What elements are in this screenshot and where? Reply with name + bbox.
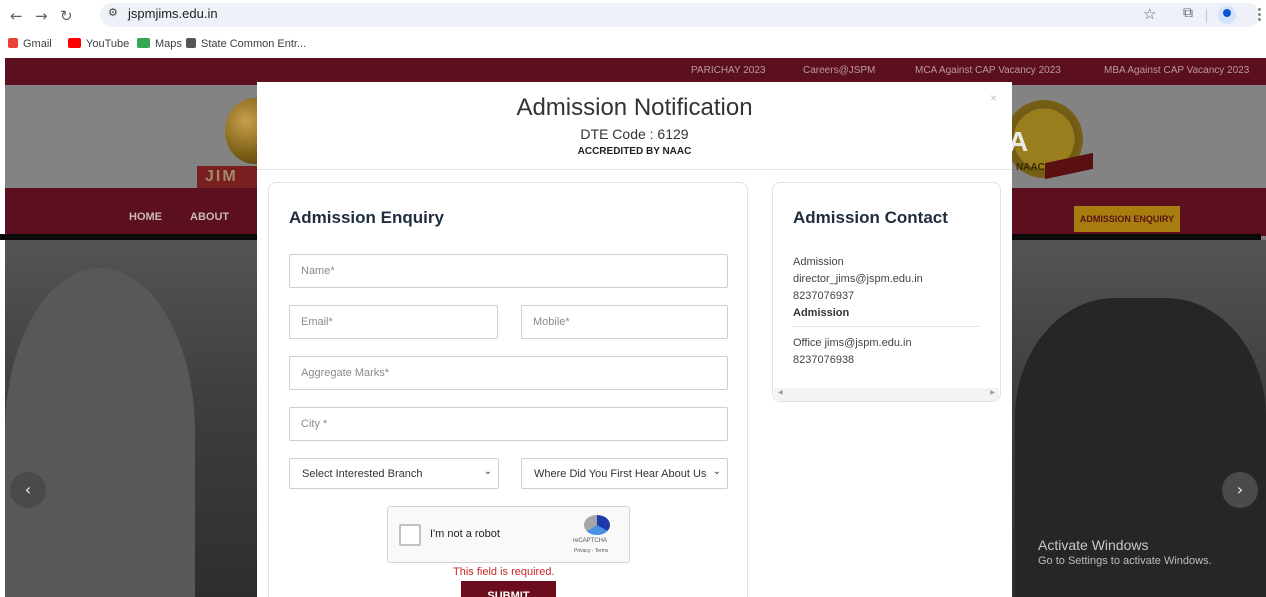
- carousel-prev-icon[interactable]: ‹: [10, 472, 46, 508]
- city-placeholder: City *: [301, 418, 328, 430]
- source-select-value: Where Did You First Hear About Us: [534, 468, 707, 480]
- toolbar-divider: [1206, 9, 1207, 23]
- top-link-careers[interactable]: Careers@JSPM: [803, 65, 875, 76]
- carousel-next-icon[interactable]: ›: [1222, 472, 1258, 508]
- browser-menu-icon[interactable]: ⋮: [1252, 5, 1266, 23]
- browser-toolbar: ← → ↻ ⚙ jspmjims.edu.in ☆ ⧉ ⋮: [0, 0, 1266, 32]
- branch-select-value: Select Interested Branch: [302, 468, 423, 480]
- bookmark-youtube[interactable]: YouTube: [68, 38, 129, 50]
- captcha-error-message: This field is required.: [453, 566, 555, 578]
- email-placeholder: Email*: [301, 316, 333, 328]
- recaptcha-brand: reCAPTCHA: [573, 538, 608, 544]
- email-field[interactable]: Email*: [289, 305, 498, 339]
- close-icon[interactable]: ×: [990, 91, 997, 105]
- url-text[interactable]: jspmjims.edu.in: [128, 6, 218, 21]
- accreditation-label: ACCREDITED BY NAAC: [577, 146, 692, 157]
- submit-button[interactable]: SUBMIT: [461, 581, 556, 597]
- dte-code: DTE Code : 6129: [580, 126, 689, 142]
- youtube-icon: [68, 38, 81, 48]
- contact-label: Admission: [793, 256, 844, 268]
- bookmark-state-cet[interactable]: State Common Entr...: [186, 38, 306, 50]
- top-link-mba-vacancy[interactable]: MBA Against CAP Vacancy 2023: [1104, 65, 1249, 76]
- maps-icon: [137, 38, 150, 48]
- extensions-icon[interactable]: ⧉: [1183, 5, 1193, 21]
- top-link-mca-vacancy[interactable]: MCA Against CAP Vacancy 2023: [915, 65, 1061, 76]
- top-link-parichay[interactable]: PARICHAY 2023: [691, 65, 765, 76]
- mobile-field[interactable]: Mobile*: [521, 305, 728, 339]
- horizontal-scrollbar[interactable]: ◀ ▶: [774, 388, 999, 401]
- top-link-strip: [5, 58, 1266, 85]
- bookmark-gmail[interactable]: Gmail: [8, 38, 52, 50]
- branch-select[interactable]: Select Interested Branch ⌄: [289, 458, 499, 489]
- admission-modal: Admission Notification DTE Code : 6129 A…: [257, 82, 1012, 597]
- contact-email-director[interactable]: director_jims@jspm.edu.in: [793, 273, 923, 285]
- contact-card: Admission Contact Admission director_jim…: [772, 182, 1001, 402]
- modal-title: Admission Notification: [516, 94, 753, 121]
- reload-icon[interactable]: ↻: [60, 7, 73, 25]
- back-icon[interactable]: ←: [10, 7, 23, 25]
- nav-home[interactable]: HOME: [129, 211, 162, 223]
- name-placeholder: Name*: [301, 265, 335, 277]
- address-bar[interactable]: [100, 3, 1260, 27]
- activate-windows-title: Activate Windows: [1038, 537, 1149, 553]
- nav-about[interactable]: ABOUT: [190, 211, 229, 223]
- admission-enquiry-button[interactable]: ADMISSION ENQUIRY: [1074, 206, 1180, 232]
- contact-divider: [793, 326, 980, 327]
- bookmark-maps[interactable]: Maps: [137, 38, 182, 50]
- gmail-icon: [8, 38, 18, 48]
- chevron-down-icon: ⌄: [480, 466, 492, 477]
- city-field[interactable]: City *: [289, 407, 728, 441]
- emblem-icon: [186, 38, 196, 48]
- mobile-placeholder: Mobile*: [533, 316, 570, 328]
- contact-label-bold: Admission: [793, 307, 850, 319]
- profile-avatar-icon[interactable]: [1218, 6, 1236, 24]
- site-info-icon[interactable]: ⚙: [108, 6, 118, 19]
- modal-header-divider: [257, 169, 1012, 170]
- forward-icon[interactable]: →: [35, 7, 48, 25]
- college-logo-text: JIM: [205, 168, 238, 185]
- contact-phone-2[interactable]: 8237076938: [793, 354, 854, 366]
- activate-windows-subtitle: Go to Settings to activate Windows.: [1038, 555, 1212, 567]
- contact-phone-1[interactable]: 8237076937: [793, 290, 854, 302]
- recaptcha-widget: I'm not a robot reCAPTCHA Privacy - Term…: [387, 506, 630, 563]
- enquiry-card-title: Admission Enquiry: [289, 208, 444, 227]
- recaptcha-logo-icon: [584, 515, 610, 535]
- source-select[interactable]: Where Did You First Hear About Us ⌄: [521, 458, 728, 489]
- scroll-right-icon[interactable]: ▶: [990, 389, 995, 396]
- bookmark-star-icon[interactable]: ☆: [1143, 5, 1156, 23]
- recaptcha-label: I'm not a robot: [430, 528, 500, 540]
- marks-placeholder: Aggregate Marks*: [301, 367, 390, 379]
- recaptcha-checkbox[interactable]: [399, 524, 421, 546]
- hero-photo-student-left: [5, 268, 195, 597]
- scroll-left-icon[interactable]: ◀: [778, 389, 783, 396]
- aggregate-marks-field[interactable]: Aggregate Marks*: [289, 356, 728, 390]
- contact-card-title: Admission Contact: [793, 208, 948, 227]
- naac-badge-text: NAAC: [1016, 162, 1045, 173]
- recaptcha-links[interactable]: Privacy - Terms: [574, 548, 608, 554]
- chevron-down-icon: ⌄: [709, 466, 721, 477]
- contact-office-email[interactable]: Office jims@jspm.edu.in: [793, 337, 912, 349]
- name-field[interactable]: Name*: [289, 254, 728, 288]
